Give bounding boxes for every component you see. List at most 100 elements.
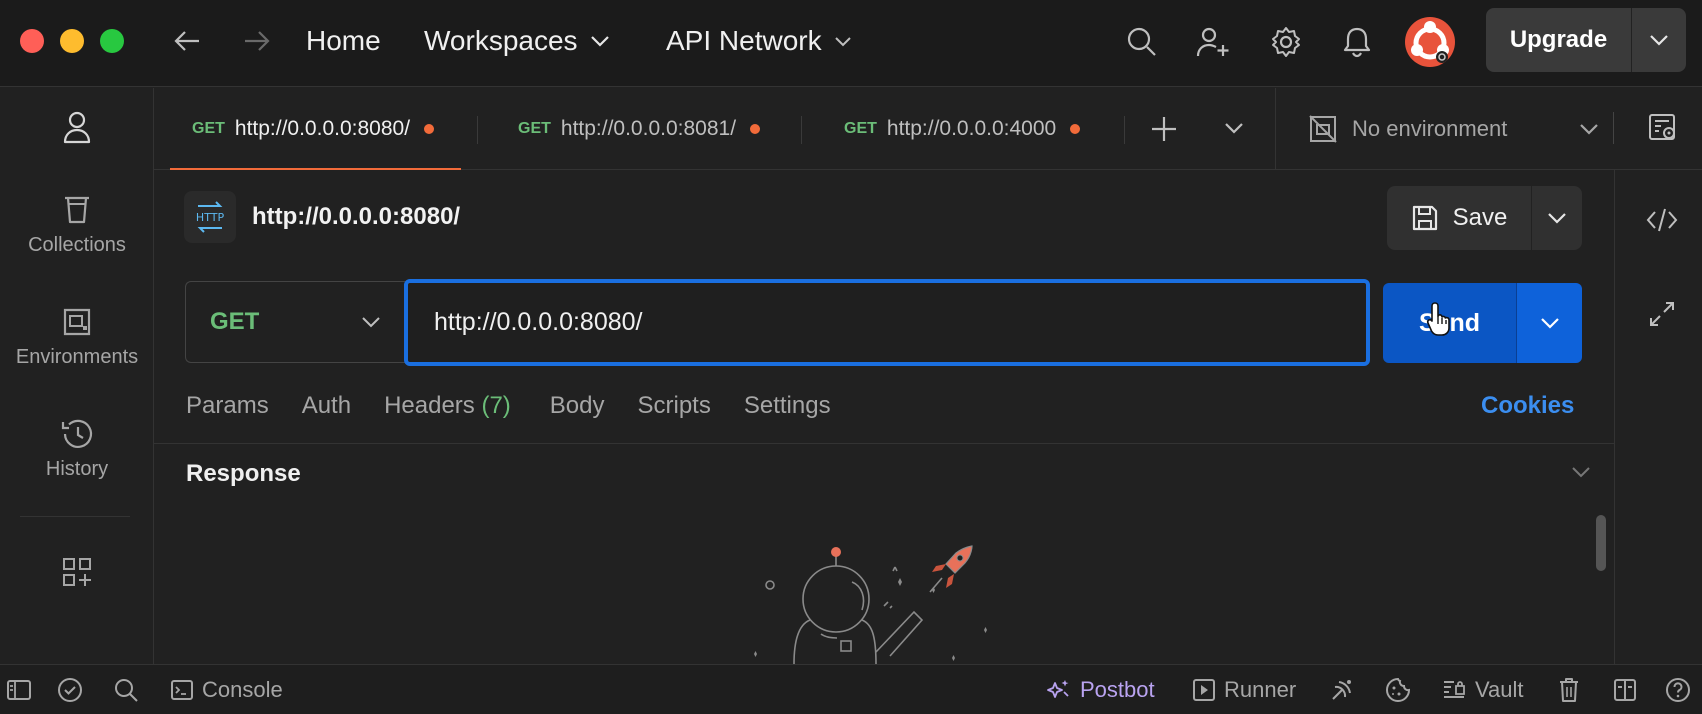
tab-settings[interactable]: Settings [744, 392, 831, 428]
nav-workspaces[interactable]: Workspaces [424, 22, 610, 60]
sidebar-item-environments[interactable]: Environments [0, 306, 154, 369]
sidebar-item-label: Collections [28, 234, 126, 256]
chevron-down-icon [1650, 35, 1668, 46]
add-grid-icon [63, 558, 91, 586]
status-bar: Console Postbot Runner Vault [0, 664, 1702, 714]
chevron-down-icon [1548, 213, 1566, 224]
two-pane-layout-icon[interactable] [1613, 665, 1637, 714]
environment-label: No environment [1352, 116, 1508, 141]
tab-method: GET [192, 120, 225, 137]
play-box-icon [1193, 679, 1215, 701]
new-tab-plus-icon[interactable] [1150, 115, 1178, 143]
notifications-bell-icon[interactable] [1337, 22, 1377, 62]
chevron-down-icon [590, 36, 609, 47]
method-value: GET [210, 308, 260, 335]
chevron-down-icon [362, 317, 380, 328]
cookies-icon[interactable] [1385, 665, 1411, 714]
save-dropdown-button[interactable] [1532, 186, 1582, 250]
chevron-down-icon [1540, 318, 1559, 329]
request-tab-3[interactable]: GET http://0.0.0.0:4000 [844, 88, 1081, 170]
tab-params[interactable]: Params [186, 392, 269, 428]
sidebar-item-label: Environments [15, 346, 139, 368]
forward-arrow-icon[interactable] [240, 24, 274, 58]
request-tab-1[interactable]: GET http://0.0.0.0:8080/ [192, 88, 435, 170]
response-heading: Response [186, 460, 301, 487]
related-expand-icon[interactable] [1648, 300, 1676, 328]
tab-separator [801, 116, 802, 144]
unsaved-dot-icon [750, 124, 761, 134]
request-title-bar: HTTP http://0.0.0.0:8080/ [184, 190, 460, 244]
sidebar-item-configure[interactable] [0, 556, 154, 588]
runner-button[interactable]: Runner [1192, 665, 1296, 714]
floppy-disk-icon [1412, 205, 1437, 231]
tab-body[interactable]: Body [550, 392, 605, 428]
tab-separator [477, 116, 478, 144]
user-icon [63, 111, 91, 144]
window-minimize-button[interactable] [60, 29, 84, 53]
astronaut-rocket-illustration [746, 540, 1006, 664]
tab-auth[interactable]: Auth [302, 392, 351, 428]
capture-requests-icon[interactable] [1329, 665, 1355, 714]
request-name[interactable]: http://0.0.0.0:8080/ [252, 203, 460, 231]
active-tab-indicator [170, 168, 461, 170]
search-icon[interactable] [1122, 22, 1162, 62]
window-maximize-button[interactable] [100, 29, 124, 53]
save-button[interactable]: Save [1387, 186, 1532, 250]
cookies-link[interactable]: Cookies [1481, 392, 1574, 420]
postbot-button[interactable]: Postbot [1046, 665, 1155, 714]
sidebar-item-collections[interactable]: Collections [0, 194, 154, 257]
history-icon [61, 419, 93, 448]
terminal-icon [171, 680, 193, 700]
headers-count-badge: (7) [481, 392, 511, 419]
top-bar: Home Workspaces API Network Upgrade [0, 0, 1702, 87]
tab-method: GET [844, 120, 877, 137]
upgrade-button[interactable]: Upgrade [1486, 8, 1632, 72]
nav-api-network[interactable]: API Network [666, 22, 852, 60]
vault-button[interactable]: Vault [1441, 665, 1524, 714]
tab-overflow-chevron-icon[interactable] [1224, 122, 1244, 134]
invite-user-icon[interactable] [1193, 22, 1233, 62]
runner-label: Runner [1224, 677, 1297, 702]
postbot-sparkle-icon [1047, 680, 1069, 698]
console-button[interactable]: Console [170, 665, 283, 714]
find-search-icon[interactable] [113, 665, 139, 714]
environment-quick-look-icon[interactable] [1647, 112, 1679, 144]
tab-headers-label: Headers [384, 392, 475, 419]
user-avatar[interactable] [1405, 17, 1455, 67]
environment-selector[interactable]: No environment [1275, 88, 1615, 170]
window-close-button[interactable] [20, 29, 44, 53]
help-question-icon[interactable] [1665, 665, 1691, 714]
left-sidebar: Collections Environments History [0, 88, 154, 664]
upgrade-dropdown-button[interactable] [1632, 8, 1686, 72]
settings-gear-icon[interactable] [1266, 22, 1306, 62]
response-collapse-chevron-icon[interactable] [1571, 466, 1591, 478]
code-snippet-icon[interactable] [1645, 206, 1679, 234]
method-select[interactable]: GET [185, 281, 405, 363]
no-environment-icon [1309, 115, 1337, 143]
tab-headers[interactable]: Headers (7) [384, 392, 511, 428]
send-button-group: Send [1383, 283, 1582, 363]
sidebar-item-history[interactable]: History [0, 418, 154, 481]
http-request-icon: HTTP [184, 191, 236, 243]
postbot-label: Postbot [1080, 677, 1155, 702]
check-circle-icon[interactable] [57, 665, 83, 714]
request-tab-2[interactable]: GET http://0.0.0.0:8081/ [518, 88, 761, 170]
env-divider [1613, 112, 1614, 144]
response-scrollbar[interactable] [1596, 515, 1606, 571]
toggle-sidebar-icon[interactable] [6, 665, 32, 714]
send-dropdown-button[interactable] [1517, 283, 1582, 363]
url-input[interactable]: http://0.0.0.0:8080/ [404, 279, 1370, 366]
nav-api-network-label: API Network [666, 25, 822, 56]
unsaved-dot-icon [1070, 124, 1081, 134]
tab-scripts[interactable]: Scripts [638, 392, 711, 428]
trash-icon[interactable] [1558, 665, 1580, 714]
tab-url: http://0.0.0.0:4000 [886, 117, 1057, 140]
nav-home-label: Home [306, 25, 381, 56]
vault-label: Vault [1475, 677, 1524, 702]
request-response-divider[interactable] [154, 443, 1614, 444]
nav-home[interactable]: Home [306, 22, 381, 60]
back-arrow-icon[interactable] [170, 24, 204, 58]
sidebar-item-account[interactable] [0, 110, 154, 144]
save-label: Save [1452, 204, 1508, 231]
save-button-group: Save [1387, 186, 1582, 250]
